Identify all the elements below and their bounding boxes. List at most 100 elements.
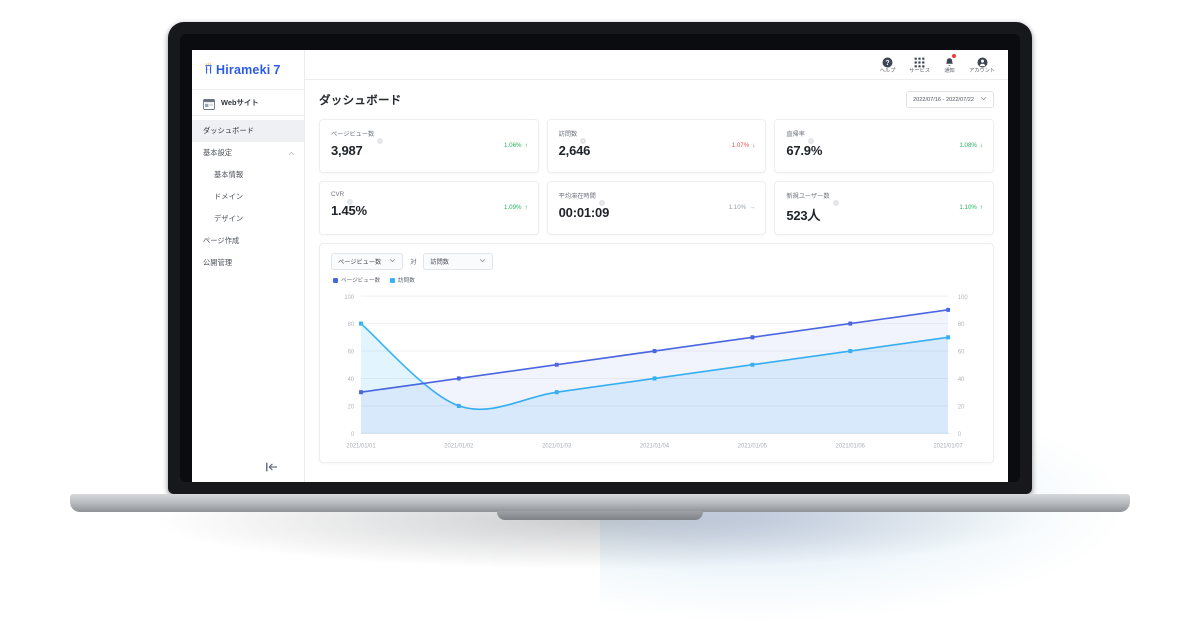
- kpi-card-avg-duration: 平均滞在時間 ? 00:01:09 1.10% →: [546, 181, 767, 235]
- notifications-label: 通知: [944, 68, 955, 74]
- kpi-card-bounce-rate: 直帰率 ? 67.9% 1.08% ↓: [774, 119, 994, 173]
- svg-text:100: 100: [958, 295, 968, 301]
- svg-text:60: 60: [958, 350, 965, 356]
- sidebar-item-publish-management[interactable]: 公開管理: [192, 252, 304, 274]
- kpi-grid: ページビュー数 ? 3,987 1.06% ↑ 訪問数 ? 2,646 1.07…: [319, 119, 994, 235]
- kpi-delta-value: 1.10%: [959, 204, 977, 211]
- kpi-value: 00:01:09: [558, 205, 610, 220]
- services-label: サービス: [909, 68, 931, 74]
- help-tooltip-icon[interactable]: ?: [807, 131, 814, 144]
- kpi-value: 3,987: [331, 143, 363, 158]
- sidebar-item-page-creation[interactable]: ページ作成: [192, 230, 304, 252]
- svg-text:40: 40: [348, 377, 355, 383]
- screenshot-root: Hirameki 7 Webサイト ダッシュボード 基本設定 基本情報 ドメイン…: [0, 0, 1200, 625]
- topbar: ? ヘルプ サービス 通知 アカウント: [305, 50, 1008, 80]
- main-area: ? ヘルプ サービス 通知 アカウント ダッシュボード 2022/07/16 -…: [305, 50, 1008, 482]
- svg-text:20: 20: [348, 404, 355, 410]
- account-button[interactable]: アカウント: [969, 55, 995, 74]
- sidebar-item-design[interactable]: デザイン: [192, 208, 304, 230]
- legend-item-series-a[interactable]: ページビュー数: [333, 276, 380, 284]
- kpi-label: CVR: [331, 191, 345, 198]
- dashboard-content: ダッシュボード 2022/07/16 - 2022/07/22 ページビュー数 …: [305, 80, 1008, 482]
- kpi-delta-value: 1.09%: [504, 204, 522, 211]
- kpi-label: 新規ユーザー数: [786, 193, 830, 200]
- chart-svg: 0 0 20 20 40 40 60 60 80 80 100 100 2021/01/01 2021/0…: [344, 295, 968, 450]
- date-range-picker[interactable]: 2022/07/16 - 2022/07/22: [906, 91, 994, 108]
- metric-a-select[interactable]: ページビュー数: [331, 253, 404, 270]
- apps-grid-icon: [914, 55, 925, 68]
- svg-text:40: 40: [958, 377, 965, 383]
- sidebar-item-basic-info[interactable]: 基本情報: [192, 164, 304, 186]
- kpi-delta: 1.10% ↑: [959, 204, 983, 211]
- site-switcher[interactable]: Webサイト: [192, 89, 304, 116]
- chart-legend: ページビュー数 訪問数: [331, 276, 982, 284]
- kpi-value: 67.9%: [786, 143, 823, 158]
- kpi-delta: 1.07% ↓: [732, 142, 756, 149]
- help-icon: ?: [882, 55, 893, 68]
- sidebar-item-dashboard[interactable]: ダッシュボード: [192, 120, 304, 142]
- help-label: ヘルプ: [879, 68, 896, 74]
- services-button[interactable]: サービス: [909, 55, 930, 74]
- help-tooltip-icon[interactable]: ?: [580, 131, 587, 144]
- line-chart-plot: 0 0 20 20 40 40 60 60 80 80 100 100 2021/01/01 2021/0…: [320, 290, 993, 462]
- account-label: アカウント: [969, 68, 995, 74]
- kpi-delta-value: 1.08%: [959, 142, 977, 149]
- help-button[interactable]: ? ヘルプ: [879, 55, 896, 74]
- help-tooltip-icon[interactable]: ?: [347, 192, 354, 205]
- trend-down-icon: ↓: [752, 142, 756, 149]
- laptop-screen: Hirameki 7 Webサイト ダッシュボード 基本設定 基本情報 ドメイン…: [192, 50, 1008, 482]
- kpi-card-new-users: 新規ユーザー数 ? 523人 1.10% ↑: [774, 181, 994, 235]
- svg-text:0: 0: [958, 432, 962, 438]
- page-title: ダッシュボード: [319, 94, 402, 107]
- hirameki-logo-icon: [202, 63, 215, 77]
- kpi-delta-value: 1.06%: [504, 142, 522, 149]
- trend-flat-icon: →: [749, 204, 756, 211]
- legend-swatch: [333, 277, 338, 283]
- kpi-delta-value: 1.10%: [728, 204, 747, 211]
- help-tooltip-icon[interactable]: ?: [377, 131, 384, 144]
- kpi-value: 2,646: [558, 143, 591, 158]
- laptop-base-lip: [497, 511, 703, 520]
- kpi-label: ページビュー数: [331, 131, 375, 138]
- chevron-down-icon: [980, 95, 987, 104]
- kpi-value: 523人: [786, 208, 821, 223]
- legend-swatch: [390, 277, 396, 283]
- collapse-sidebar-icon[interactable]: [264, 460, 280, 474]
- sidebar-item-label: ダッシュボード: [203, 126, 255, 135]
- site-switcher-label: Webサイト: [221, 98, 259, 107]
- versus-label: 対: [410, 259, 417, 266]
- kpi-delta: 1.09% ↑: [504, 204, 528, 211]
- sidebar-item-basic-settings[interactable]: 基本設定: [192, 142, 304, 164]
- sidebar-item-label: 基本設定: [203, 148, 233, 157]
- svg-text:80: 80: [958, 322, 965, 328]
- legend-label: 訪問数: [398, 278, 415, 284]
- sidebar-item-label: デザイン: [214, 214, 244, 223]
- help-tooltip-icon[interactable]: ?: [832, 193, 839, 206]
- sidebar-item-domain[interactable]: ドメイン: [192, 186, 304, 208]
- svg-text:60: 60: [348, 350, 355, 356]
- notifications-button[interactable]: 通知: [944, 54, 957, 74]
- metric-b-select[interactable]: 訪問数: [423, 253, 494, 270]
- svg-text:2021/01/05: 2021/01/05: [738, 444, 768, 450]
- kpi-delta: 1.06% ↑: [504, 142, 528, 149]
- brand-name: Hirameki 7: [216, 63, 281, 77]
- metric-b-value: 訪問数: [430, 259, 449, 266]
- metric-a-value: ページビュー数: [338, 259, 382, 266]
- legend-label: ページビュー数: [341, 278, 381, 284]
- kpi-value: 1.45%: [331, 203, 367, 218]
- trend-down-icon: ↓: [979, 142, 983, 149]
- trend-up-icon: ↑: [524, 204, 528, 211]
- sidebar-item-label: 基本情報: [214, 170, 244, 179]
- legend-item-series-b[interactable]: 訪問数: [390, 276, 415, 284]
- svg-text:80: 80: [348, 322, 355, 328]
- svg-text:2021/01/07: 2021/01/07: [934, 444, 964, 450]
- svg-text:100: 100: [344, 295, 354, 301]
- help-tooltip-icon[interactable]: ?: [598, 193, 605, 206]
- brand-logo[interactable]: Hirameki 7: [192, 50, 304, 89]
- svg-text:2021/01/01: 2021/01/01: [346, 444, 376, 450]
- laptop-bezel: Hirameki 7 Webサイト ダッシュボード 基本設定 基本情報 ドメイン…: [180, 34, 1020, 482]
- sidebar-nav: ダッシュボード 基本設定 基本情報 ドメイン デザイン ページ作成 公開管理: [192, 116, 304, 274]
- kpi-card-cvr: CVR ? 1.45% 1.09% ↑: [319, 181, 539, 235]
- kpi-delta: 1.08% ↓: [959, 142, 983, 149]
- kpi-delta-value: 1.07%: [731, 142, 750, 149]
